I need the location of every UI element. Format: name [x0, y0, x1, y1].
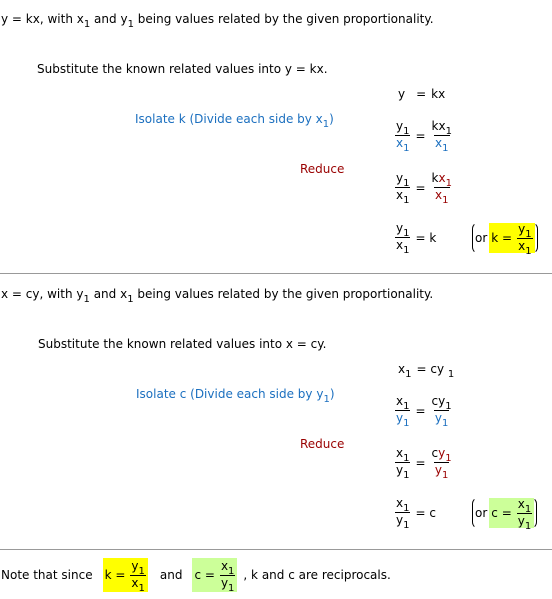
section2-equation-3: x1 y1 = cy1 y1 — [395, 446, 453, 481]
fraction: y1 x1 — [395, 221, 411, 256]
fraction: x1 y1 — [395, 496, 411, 531]
eq-rhs: kx — [431, 87, 446, 101]
fraction: kx1 x1 — [431, 171, 452, 206]
eq-sign: = — [415, 455, 426, 470]
or-text: or — [475, 506, 488, 520]
var: y — [76, 287, 84, 301]
divider — [0, 273, 552, 274]
c-result-highlight: c = x1 y1 — [489, 498, 535, 532]
fraction: cy1 y1 — [431, 446, 452, 481]
section1-equation-4: y1 x1 = k — [395, 221, 437, 256]
reciprocal-note: Note that since k = y1 x1 and c = x1 y1 , … — [1, 558, 391, 594]
intro-text: being values related by the given propor… — [133, 12, 434, 26]
section1-equation-1: y = kx — [398, 87, 445, 101]
section1-intro: y = kx, with x1 and y1 being values rela… — [1, 12, 434, 30]
intro-text: being values related by the given propor… — [133, 287, 434, 301]
note-text: , k and c are reciprocals. — [243, 568, 391, 582]
section2-equation-4: x1 y1 = c — [395, 496, 436, 531]
eq-sign: = — [416, 87, 427, 101]
eq-sign: = — [415, 403, 426, 418]
section2-substitute-step: Substitute the known related values into… — [38, 337, 327, 351]
section1-equation-3: y1 x1 = kx1 x1 — [395, 171, 453, 206]
step-text: ) — [329, 387, 335, 401]
k-highlight: k = y1 x1 — [102, 558, 148, 594]
subscript: 1 — [83, 19, 91, 30]
section2-reduce-step: Reduce — [300, 437, 345, 451]
intro-text: x = cy, with — [1, 287, 77, 301]
section1-equation-2: y1 x1 = kx1 x1 — [395, 119, 453, 154]
fraction: y1 x1 — [395, 171, 411, 206]
section1-reduce-step: Reduce — [300, 162, 345, 176]
subscript: 1 — [127, 19, 134, 30]
section2-equation-1: x1 = cy 1 — [398, 362, 455, 380]
subscript: 1 — [127, 294, 134, 305]
fraction: kx1 x1 — [431, 119, 452, 154]
var: x — [76, 12, 84, 26]
fraction: cy1 y1 — [431, 394, 452, 429]
step-text: ) — [329, 112, 334, 126]
section2-result-paren: or c = x1 y1 — [472, 497, 538, 532]
eq-rhs: = k — [415, 230, 437, 245]
subscript: 1 — [83, 294, 90, 305]
section1-isolate-step: Isolate k (Divide each side by x1) — [135, 112, 334, 130]
var: y — [120, 12, 128, 26]
c-highlight: c = x1 y1 — [192, 558, 238, 594]
section2-intro: x = cy, with y1 and x1 being values rela… — [1, 287, 434, 305]
intro-text: and — [90, 12, 121, 26]
intro-text: y = kx, with — [1, 12, 77, 26]
k-result-highlight: k = y1 x1 — [489, 223, 535, 257]
fraction: y1 x1 — [395, 119, 411, 154]
subscript: 1 — [323, 394, 330, 405]
divider — [0, 549, 552, 550]
section2-equation-2: x1 y1 = cy1 y1 — [395, 394, 453, 429]
eq-rhs: = c — [415, 505, 436, 520]
note-text: and — [159, 568, 183, 582]
fraction: x1 y1 — [395, 394, 411, 429]
section1-substitute-step: Substitute the known related values into… — [37, 62, 328, 76]
section2-isolate-step: Isolate c (Divide each side by y1) — [136, 387, 335, 405]
step-text: Isolate k (Divide each side by x — [135, 112, 323, 126]
or-text: or — [475, 231, 488, 245]
fraction: x1 y1 — [395, 446, 411, 481]
intro-text: and — [89, 287, 121, 301]
step-text: Isolate c (Divide each side by y — [136, 387, 324, 401]
subscript: 1 — [322, 119, 330, 130]
section1-result-paren: or k = y1 x1 — [472, 222, 538, 257]
eq-sign: = — [415, 180, 426, 195]
eq-sign: = — [415, 128, 426, 143]
eq-lhs: y — [398, 87, 406, 101]
note-text: Note that since — [1, 568, 93, 582]
